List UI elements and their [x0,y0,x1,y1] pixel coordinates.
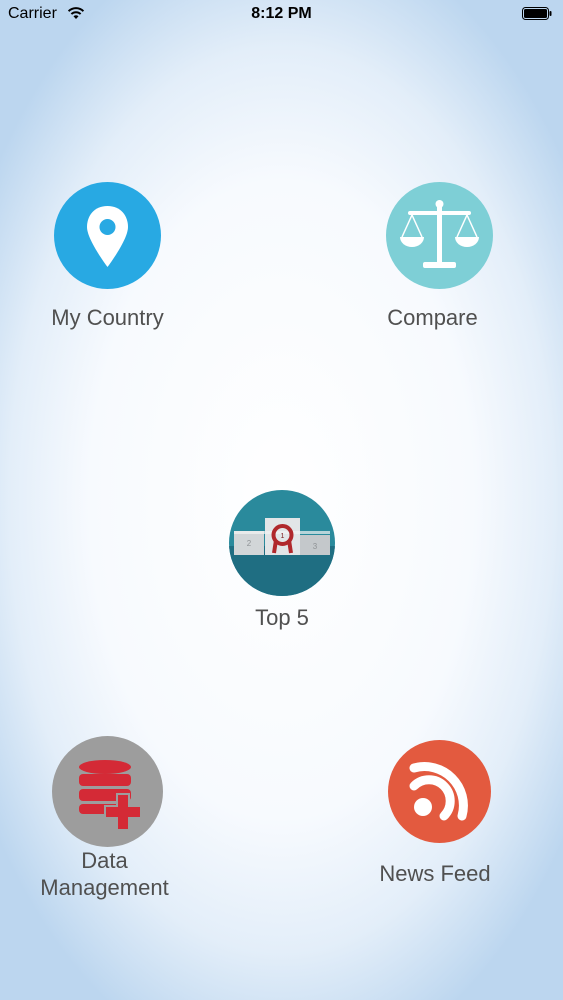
data-management-label-line1: Data [81,848,128,873]
top5-circle: 2 3 1 [229,490,335,596]
rss-feed-icon [409,762,468,821]
svg-text:2: 2 [247,539,252,548]
compare-button[interactable]: Compare [370,180,495,340]
data-management-label-line2: Management [40,875,169,900]
podium-icon: 2 3 1 [229,518,335,596]
svg-text:1: 1 [281,533,285,540]
location-pin-icon [87,206,128,267]
my-country-circle [54,182,161,289]
my-country-button[interactable]: My Country [40,180,175,340]
top5-label: Top 5 [255,605,309,630]
news-feed-label: News Feed [379,861,491,886]
top5-button[interactable]: 2 3 1 Top 5 [222,488,342,638]
data-management-circle [52,736,163,847]
status-time: 8:12 PM [251,5,312,22]
news-feed-button[interactable]: News Feed [370,738,500,888]
database-add-icon [79,760,142,831]
my-country-label: My Country [51,305,164,330]
battery-icon [522,7,552,20]
compare-label: Compare [387,305,478,330]
balance-scale-icon [400,200,479,268]
compare-circle [386,182,493,289]
svg-text:3: 3 [313,542,318,551]
data-management-button[interactable]: Data Management [32,734,177,904]
status-bar: Carrier 8:12 PM [0,0,563,30]
news-feed-circle [388,740,491,843]
